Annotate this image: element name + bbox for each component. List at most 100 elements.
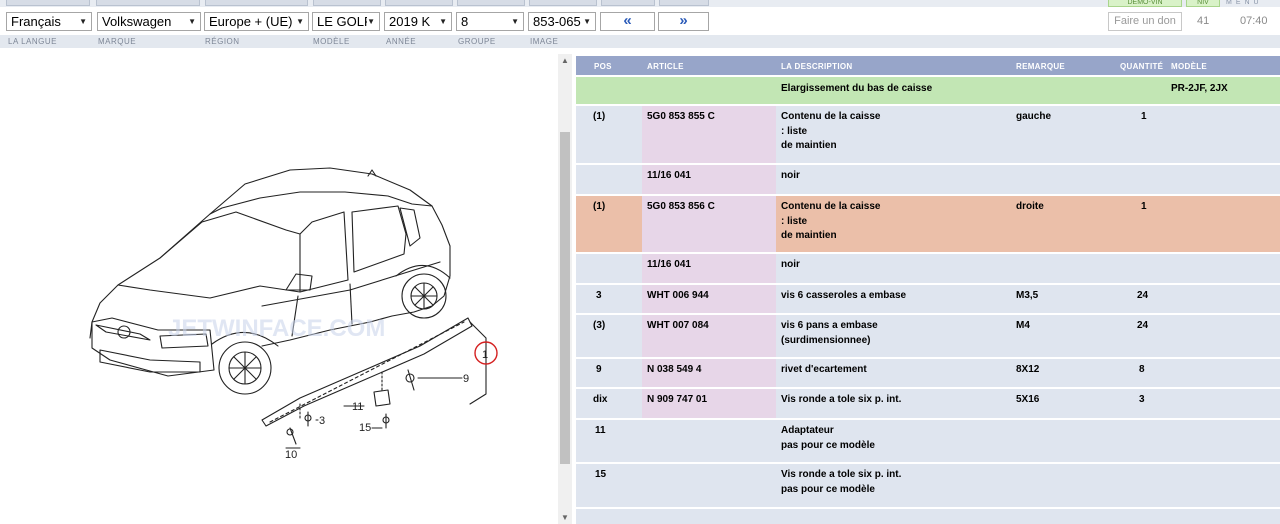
- table-row[interactable]: 11/16 041 noir: [576, 254, 1280, 283]
- menu-label[interactable]: MENU: [1226, 0, 1280, 7]
- cell-article[interactable]: N 909 747 01: [647, 393, 707, 408]
- cell-description: Contenu de la caisse: [781, 201, 881, 212]
- cell-description: vis 6 pans a embase: [781, 320, 878, 331]
- cell-quantity: 24: [1137, 320, 1149, 331]
- counter-text: 41: [1197, 15, 1210, 27]
- year-select[interactable]: 2019 K ▼: [384, 12, 452, 31]
- top-tab[interactable]: [96, 0, 200, 6]
- table-row[interactable]: (1) 5G0 853 855 C Contenu de la caisse :…: [576, 106, 1280, 163]
- table-row[interactable]: [576, 509, 1280, 524]
- image-select[interactable]: 853-065 ▼: [528, 12, 596, 31]
- cell-description: noir: [781, 170, 800, 181]
- model-select[interactable]: LE GOLF ▼: [312, 12, 380, 31]
- top-tab[interactable]: [385, 0, 453, 6]
- donate-button[interactable]: Faire un don: [1108, 12, 1182, 31]
- watermark-text: JETWINFACE.COM: [168, 315, 385, 342]
- top-tab[interactable]: [529, 0, 597, 6]
- table-row[interactable]: 11/16 041 noir: [576, 165, 1280, 194]
- cell-description: Vis ronde a tole six p. int.: [781, 469, 902, 480]
- top-tab[interactable]: [313, 0, 381, 6]
- language-select[interactable]: Français ▼: [6, 12, 92, 31]
- scroll-up-icon[interactable]: ▲: [561, 56, 569, 65]
- adapter-11: [373, 389, 391, 407]
- callout-3[interactable]: 3: [319, 415, 325, 427]
- cell-article[interactable]: N 038 549 4: [647, 363, 702, 378]
- cell-quantity: 1: [1141, 201, 1147, 212]
- cell-article[interactable]: WHT 006 944: [647, 289, 709, 304]
- scroll-thumb[interactable]: [560, 132, 570, 464]
- quarter-window: [399, 207, 421, 247]
- cell-description: pas pour ce modèle: [781, 439, 875, 451]
- table-row[interactable]: 11 Adaptateur pas pour ce modèle: [576, 420, 1280, 462]
- header-quantity: QUANTITÉ: [1120, 62, 1164, 71]
- dropdown-arrow-icon: ▼: [439, 17, 447, 26]
- cell-article[interactable]: 5G0 853 855 C: [647, 110, 715, 125]
- time-text: 07:40: [1240, 15, 1268, 27]
- label-year: ANNÉE: [386, 37, 417, 46]
- group-select[interactable]: 8 ▼: [456, 12, 524, 31]
- cell-description: de maintien: [781, 230, 837, 241]
- callout-1[interactable]: 1: [482, 349, 488, 361]
- brand-select[interactable]: Volkswagen ▼: [97, 12, 201, 31]
- cell-description: Contenu de la caisse: [781, 111, 881, 122]
- front-rim-spokes: [228, 351, 262, 385]
- cell-quantity: 3: [1139, 394, 1145, 405]
- group-value: 8: [461, 14, 469, 29]
- table-row[interactable]: (3) WHT 007 084 vis 6 pans a embase (sur…: [576, 315, 1280, 357]
- top-tab[interactable]: [601, 0, 655, 6]
- top-tab[interactable]: [457, 0, 525, 6]
- table-header: POS ARTICLE LA DESCRIPTION REMARQUE QUAN…: [576, 56, 1280, 75]
- cell-description: Vis ronde a tole six p. int.: [781, 394, 902, 405]
- rear-rim-spokes: [410, 282, 438, 310]
- diagram-scrollbar[interactable]: ▲ ▼: [558, 54, 572, 524]
- label-group: GROUPE: [458, 37, 496, 46]
- table-row-selected[interactable]: (1) 5G0 853 856 C Contenu de la caisse :…: [576, 196, 1280, 252]
- parts-diagram[interactable]: 1 3 9 10 11 15 JETWINFACE.COM: [0, 54, 556, 524]
- image-value: 853-065: [533, 14, 581, 29]
- demo-vin-button[interactable]: DEMO-VIN: [1108, 0, 1182, 7]
- next-image-button[interactable]: »: [658, 12, 709, 31]
- header-article: ARTICLE: [647, 62, 684, 71]
- year-value: 2019 K: [389, 14, 431, 29]
- header-model: MODÈLE: [1171, 62, 1208, 71]
- label-image: IMAGE: [530, 37, 559, 46]
- cell-article[interactable]: 11/16 041: [647, 169, 691, 184]
- cell-description: : liste: [781, 125, 808, 137]
- car-roof-line: [209, 191, 433, 215]
- table-row[interactable]: 3 WHT 006 944 vis 6 casseroles a embase …: [576, 285, 1280, 313]
- header-description: LA DESCRIPTION: [781, 62, 853, 71]
- header-pos: POS: [594, 62, 612, 71]
- top-tab[interactable]: [205, 0, 308, 6]
- region-select[interactable]: Europe + (UE) ▼: [204, 12, 309, 31]
- prev-image-button[interactable]: «: [600, 12, 655, 31]
- callout-9[interactable]: 9: [463, 373, 469, 385]
- callout-10[interactable]: 10: [285, 449, 297, 461]
- top-tab[interactable]: [659, 0, 709, 6]
- table-row[interactable]: dix N 909 747 01 Vis ronde a tole six p.…: [576, 389, 1280, 418]
- cell-remark: M3,5: [1016, 290, 1039, 301]
- table-row[interactable]: 9 N 038 549 4 rivet d'ecartement 8X12 8: [576, 359, 1280, 387]
- parts-table: POS ARTICLE LA DESCRIPTION REMARQUE QUAN…: [576, 54, 1280, 524]
- table-row[interactable]: 15 Vis ronde a tole six p. int. pas pour…: [576, 464, 1280, 507]
- cell-description: (surdimensionnee): [781, 334, 871, 346]
- niv-button[interactable]: NIV: [1186, 0, 1220, 7]
- model-value: LE GOLF: [317, 14, 367, 29]
- label-language: LA LANGUE: [8, 37, 57, 46]
- table-section-row[interactable]: Elargissement du bas de caisse PR-2JF, 2…: [576, 77, 1280, 104]
- region-value: Europe + (UE): [209, 14, 293, 29]
- callout-11[interactable]: 11: [352, 401, 363, 413]
- top-tab[interactable]: [6, 0, 90, 6]
- cell-pos: (1): [593, 201, 606, 212]
- callout-15[interactable]: 15: [359, 422, 371, 434]
- scroll-down-icon[interactable]: ▼: [561, 513, 569, 522]
- cell-article[interactable]: 5G0 853 856 C: [647, 200, 715, 215]
- dropdown-arrow-icon: ▼: [296, 17, 304, 26]
- dropdown-arrow-icon: ▼: [367, 17, 375, 26]
- dropdown-arrow-icon: ▼: [583, 17, 591, 26]
- cell-quantity: 24: [1137, 290, 1149, 301]
- cell-description: Adaptateur: [781, 425, 834, 436]
- cell-article[interactable]: 11/16 041: [647, 258, 691, 273]
- cell-description: pas pour ce modèle: [781, 483, 875, 495]
- cell-article[interactable]: WHT 007 084: [647, 319, 709, 334]
- hood-line: [117, 284, 301, 299]
